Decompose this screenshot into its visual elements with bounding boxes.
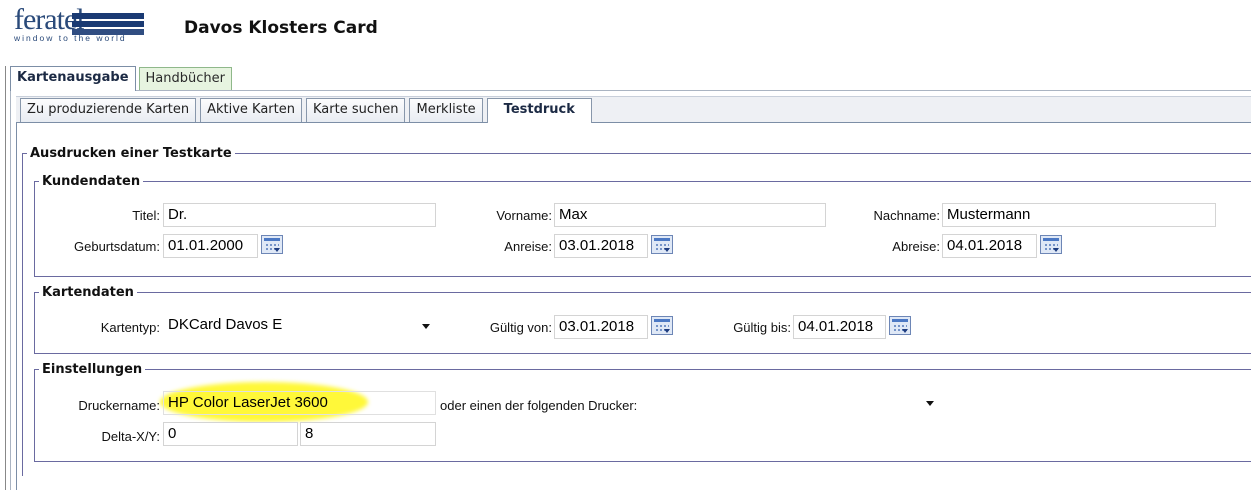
gueltig-bis-calendar-icon[interactable] [889, 316, 911, 335]
abreise-calendar-icon[interactable] [1040, 235, 1062, 254]
left-frame-rule [5, 66, 6, 490]
geburtsdatum-calendar-icon[interactable] [261, 235, 283, 254]
gueltig-bis-label: Gültig bis: [733, 320, 791, 335]
app-title: Davos Klosters Card [184, 18, 378, 38]
vorname-label: Vorname: [496, 208, 552, 223]
kartentyp-select[interactable]: DKCard Davos E [164, 314, 438, 338]
abreise-label: Abreise: [892, 239, 940, 254]
nachname-label: Nachname: [873, 208, 940, 223]
tab-karte-suchen[interactable]: Karte suchen [306, 98, 406, 122]
vorname-input[interactable]: Max [554, 203, 826, 227]
logo-bars-icon [72, 13, 144, 35]
main-tab-bar: Kartenausgabe Handbücher [10, 66, 232, 91]
gueltig-bis-input[interactable]: 04.01.2018 [793, 315, 886, 339]
gueltig-von-input[interactable]: 03.01.2018 [554, 315, 648, 339]
tab-merkliste[interactable]: Merkliste [409, 98, 483, 122]
drucker-select[interactable] [670, 391, 942, 415]
tab-kartenausgabe[interactable]: Kartenausgabe [10, 66, 136, 91]
druckername-input[interactable]: HP Color LaserJet 3600 [163, 391, 436, 415]
titel-label: Titel: [132, 208, 160, 223]
sub-tab-list: Zu produzierende Karten Aktive Karten Ka… [20, 98, 592, 123]
kartentyp-label: Kartentyp: [100, 320, 160, 335]
nachname-input[interactable]: Mustermann [942, 203, 1216, 227]
titel-input[interactable]: Dr. [163, 203, 436, 227]
tab-handbuecher[interactable]: Handbücher [138, 67, 232, 91]
chevron-down-icon [422, 324, 430, 329]
abreise-input[interactable]: 04.01.2018 [942, 234, 1037, 258]
anreise-input[interactable]: 03.01.2018 [554, 234, 648, 258]
testkarte-legend: Ausdrucken einer Testkarte [30, 146, 232, 161]
kartendaten-legend: Kartendaten [42, 285, 134, 300]
tab-aktive-karten[interactable]: Aktive Karten [200, 98, 302, 122]
geburtsdatum-input[interactable]: 01.01.2000 [163, 234, 258, 258]
einstellungen-legend: Einstellungen [42, 362, 143, 377]
kundendaten-legend: Kundendaten [42, 174, 141, 189]
feratel-logo: feratel window to the world [14, 5, 164, 44]
gueltig-von-calendar-icon[interactable] [651, 316, 673, 335]
delta-label: Delta-X/Y: [101, 429, 160, 444]
tab-zu-produzierende-karten[interactable]: Zu produzierende Karten [20, 98, 197, 122]
gueltig-von-label: Gültig von: [489, 320, 552, 335]
drucker-select-label: oder einen der folgenden Drucker: [440, 398, 638, 413]
geburtsdatum-label: Geburtsdatum: [74, 239, 160, 254]
kartentyp-value: DKCard Davos E [168, 316, 283, 333]
anreise-label: Anreise: [504, 239, 552, 254]
chevron-down-icon [926, 401, 934, 406]
druckername-label: Druckername: [78, 398, 160, 413]
delta-x-input[interactable]: 0 [163, 422, 298, 446]
tab-testdruck[interactable]: Testdruck [486, 98, 592, 123]
delta-y-input[interactable]: 8 [300, 422, 436, 446]
logo-tagline: window to the world [14, 33, 127, 43]
anreise-calendar-icon[interactable] [651, 235, 673, 254]
